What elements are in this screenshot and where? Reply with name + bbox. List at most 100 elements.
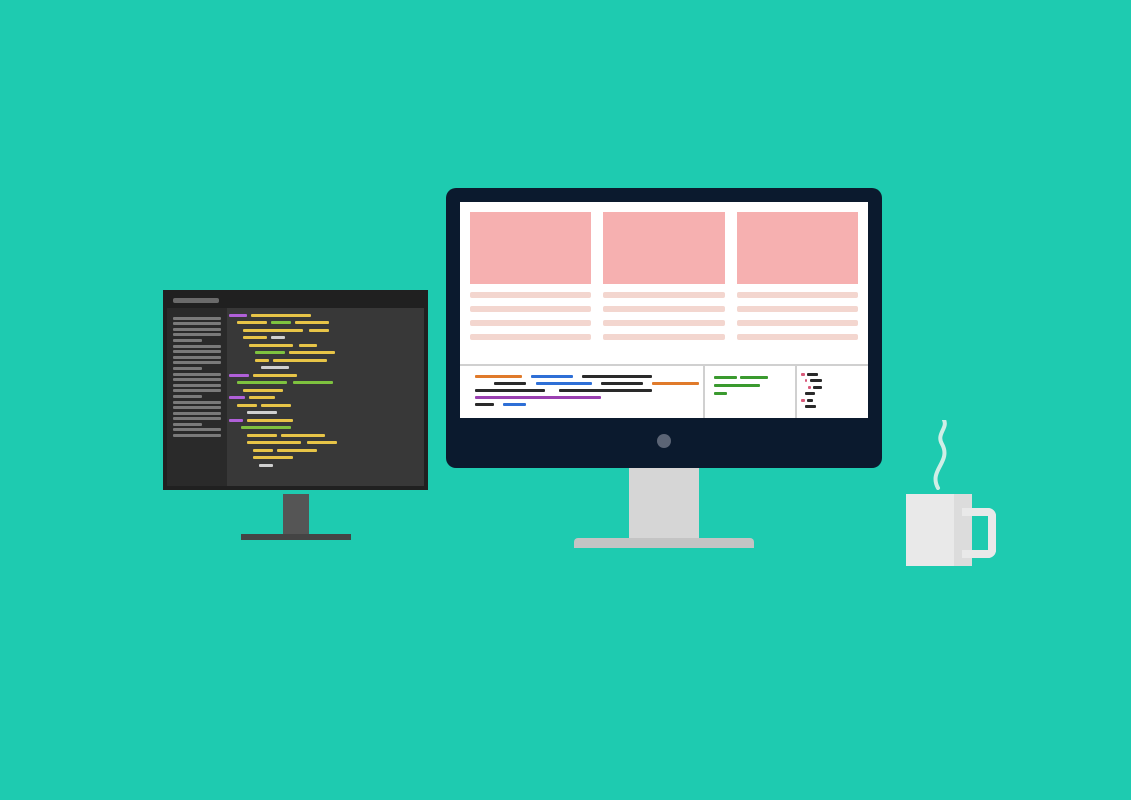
sidebar-file-line [173,367,202,370]
devtools-line [466,396,699,400]
code-token [259,464,273,467]
card-text-line [603,306,724,312]
devtools-token [801,373,805,376]
code-token [271,321,291,324]
devtools-token [601,382,643,385]
devtools-token [805,405,816,408]
web-design-monitor [446,188,882,568]
code-token [229,374,249,377]
sidebar-file-line [173,434,221,437]
sidebar-file-line [173,333,221,336]
layout-cards-row [470,212,858,352]
devtools-computed-pane [799,370,860,412]
devtools-token [810,379,822,382]
sidebar-file-line [173,428,221,431]
card-text-line [737,320,858,326]
devtools-token [531,375,573,378]
devtools-token [582,375,652,378]
code-token [229,419,243,422]
sidebar-file-line [173,350,221,353]
devtools-token [652,382,699,385]
code-token [247,441,301,444]
card-text-line [603,320,724,326]
monitor-base [241,534,351,540]
code-token [251,314,311,317]
devtools-token [559,389,652,392]
code-line [229,419,420,423]
sidebar-file-line [173,356,221,359]
code-line [229,464,420,468]
code-token [237,404,257,407]
devtools-token [807,373,818,376]
sidebar-file-line [173,378,221,381]
sidebar-file-line [173,345,221,348]
code-line [229,366,420,370]
editor-titlebar [167,294,424,308]
devtools-token [503,403,526,406]
code-token [255,351,285,354]
camera-icon [657,434,671,448]
mug-handle [962,508,996,558]
code-line [229,411,420,415]
code-token [273,359,327,362]
devtools-line [799,379,860,383]
code-line [229,381,420,385]
devtools-token [813,386,822,389]
devtools-token [475,396,601,399]
devtools-line [466,375,699,379]
code-token [271,336,285,339]
imac-neck [629,468,699,538]
sidebar-file-line [173,384,221,387]
layout-card [603,212,724,352]
code-token [261,366,289,369]
code-token [237,321,267,324]
code-line [229,441,420,445]
layout-card [470,212,591,352]
editor-file-sidebar [167,308,227,486]
devtools-token [475,403,494,406]
devtools-token [714,392,728,395]
editor-title-placeholder [173,298,219,303]
editor-code-area [229,310,420,484]
code-line [229,321,420,325]
code-token [299,344,317,347]
sidebar-file-line [173,406,221,409]
card-text-line [603,292,724,298]
code-token [277,449,317,452]
code-token [229,314,247,317]
devtools-token [475,375,522,378]
devtools-line [709,384,787,388]
code-line [229,314,420,318]
sidebar-file-line [173,395,202,398]
code-token [237,381,287,384]
devtools-line [799,405,860,409]
card-text-line [470,306,591,312]
code-token [229,396,245,399]
devtools-token [807,399,813,402]
sidebar-file-line [173,322,221,325]
devtools-divider [795,366,797,418]
devtools-token [808,386,810,389]
sidebar-file-line [173,423,202,426]
devtools-elements-pane [466,372,699,410]
sidebar-file-line [173,417,221,420]
devtools-token [475,389,545,392]
card-hero-block [470,212,591,284]
imac-foot [574,538,754,548]
code-token [295,321,329,324]
code-line [229,389,420,393]
code-line [229,456,420,460]
code-token [261,404,291,407]
card-text-line [737,334,858,340]
devtools-token [805,379,807,382]
devtools-token [494,382,527,385]
code-line [229,434,420,438]
code-line [229,359,420,363]
code-token [247,434,277,437]
sidebar-file-line [173,328,221,331]
code-token [249,396,275,399]
code-token [243,389,283,392]
code-token [243,329,303,332]
code-line [229,404,420,408]
code-token [281,434,325,437]
